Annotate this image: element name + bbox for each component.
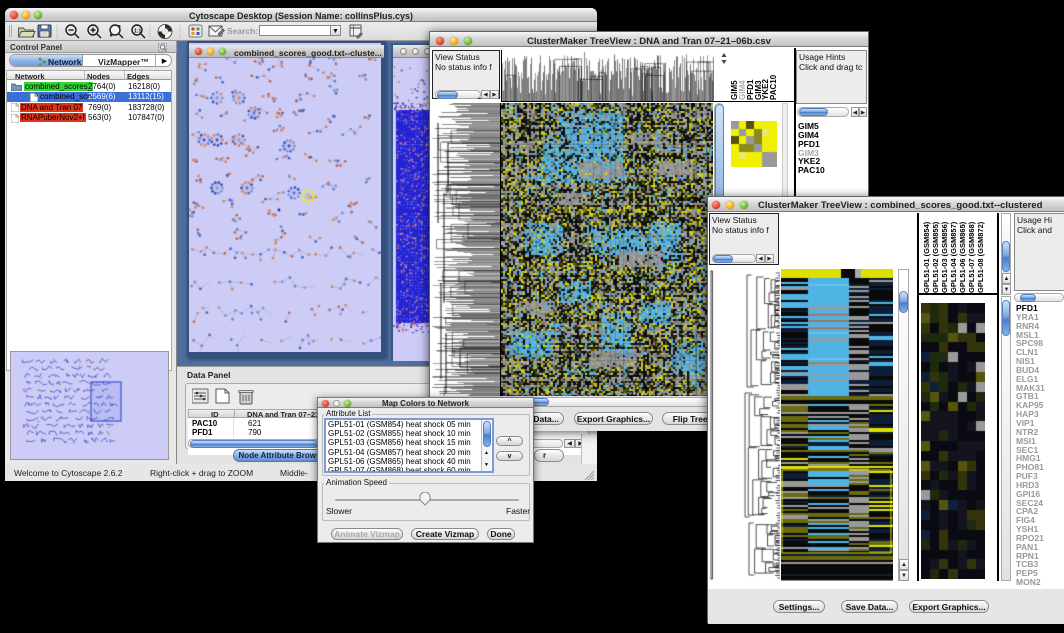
- svg-text:1:1: 1:1: [134, 29, 141, 35]
- svg-text:GPL51-01 (GSM854): GPL51-01 (GSM854): [922, 221, 931, 293]
- svg-text:PAC10: PAC10: [769, 74, 778, 100]
- svg-text:GPL51-04 (GSM857): GPL51-04 (GSM857): [949, 221, 958, 293]
- svg-text:GPL51-03 (GSM856): GPL51-03 (GSM856): [940, 221, 949, 293]
- svg-text:Search:: Search:: [227, 26, 258, 36]
- svg-text:GPL51-07 (GSM868): GPL51-07 (GSM868): [967, 221, 976, 293]
- svg-text:GPL51-02 (GSM855): GPL51-02 (GSM855): [931, 221, 940, 293]
- svg-text:GPL51-08 (GSM872): GPL51-08 (GSM872): [976, 221, 985, 293]
- svg-text:GPL51-06 (GSM865): GPL51-06 (GSM865): [958, 221, 967, 293]
